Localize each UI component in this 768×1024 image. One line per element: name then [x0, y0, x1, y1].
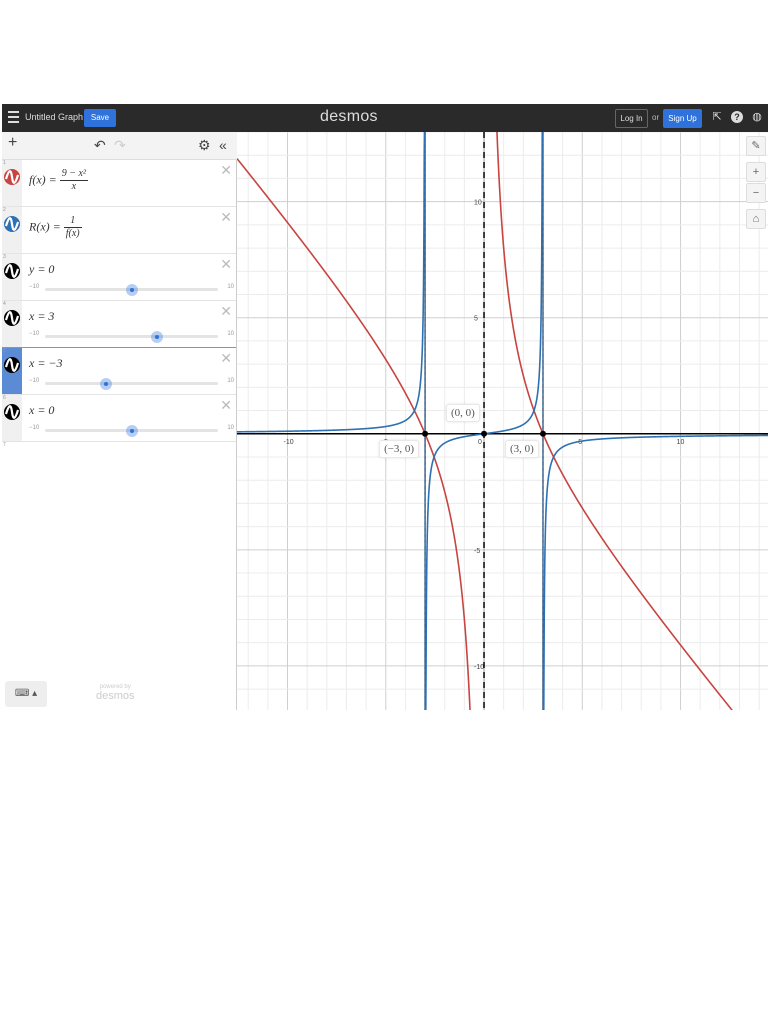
delete-icon[interactable]: ✕	[220, 162, 232, 178]
point	[422, 430, 429, 437]
x-tick-label: 0	[478, 439, 482, 446]
slider-thumb[interactable]	[125, 284, 138, 296]
wave-icon[interactable]	[4, 357, 20, 373]
login-button[interactable]: Log In	[615, 109, 648, 128]
expression-row[interactable]: 3 y = 0 −10 10 ✕	[2, 254, 236, 301]
curve-R	[237, 132, 768, 710]
expression-row[interactable]: 1 f(x) = 9 − x² x ✕	[2, 160, 236, 207]
slider-min: −10	[29, 284, 40, 290]
slider-max: 10	[227, 425, 234, 431]
top-bar: Untitled Graph Save desmos Log In or Sig…	[2, 104, 768, 132]
formula-lhs: f(x) =	[29, 172, 57, 187]
point	[481, 430, 488, 437]
desmos-app: Untitled Graph Save desmos Log In or Sig…	[2, 104, 768, 710]
share-icon[interactable]: ⇱	[711, 111, 723, 123]
y-tick-label: -5	[474, 548, 480, 555]
graph-svg[interactable]: -10-50510105-5-10	[237, 132, 768, 710]
expression-row[interactable]: 6 x = 0 −10 10 ✕	[2, 395, 236, 442]
denominator: f(x)	[65, 228, 80, 239]
expression-text[interactable]: y = 0	[29, 262, 54, 277]
wave-icon[interactable]	[4, 310, 20, 326]
x-tick-label: -10	[284, 439, 294, 446]
point	[539, 430, 546, 437]
delete-icon[interactable]: ✕	[220, 350, 232, 366]
numerator: 9 − x²	[59, 168, 88, 181]
expression-text[interactable]: x = 0	[29, 403, 54, 418]
wave-icon[interactable]	[4, 216, 20, 232]
add-expression-icon[interactable]: +	[8, 135, 17, 151]
delete-icon[interactable]: ✕	[220, 397, 232, 413]
value-slider[interactable]: −10 10	[29, 378, 234, 390]
gear-icon[interactable]: ⚙	[198, 137, 211, 153]
delete-icon[interactable]: ✕	[220, 303, 232, 319]
slider-min: −10	[29, 425, 40, 431]
expression-text[interactable]: x = −3	[29, 356, 63, 371]
graph-title[interactable]: Untitled Graph	[25, 112, 83, 122]
formula-lhs: R(x) =	[29, 219, 61, 234]
zoom-in-button[interactable]: +	[746, 162, 766, 182]
slider-max: 10	[227, 284, 234, 290]
point-label[interactable]: (3, 0)	[504, 439, 539, 458]
page-margin-bottom	[0, 710, 768, 1024]
powered-by-desmos: powered by desmos	[96, 684, 135, 702]
delete-icon[interactable]: ✕	[220, 209, 232, 225]
undo-icon[interactable]: ↶	[94, 137, 106, 153]
value-slider[interactable]: −10 10	[29, 425, 234, 437]
expression-formula[interactable]: f(x) = 9 − x² x	[29, 168, 88, 193]
point-label[interactable]: (0, 0)	[446, 403, 480, 422]
signup-button[interactable]: Sign Up	[663, 109, 702, 128]
slider-max: 10	[227, 378, 234, 384]
slider-min: −10	[29, 331, 40, 337]
expression-number: 3	[3, 254, 6, 260]
y-tick-label: 5	[474, 316, 478, 323]
expression-row[interactable]: 4 x = 3 −10 10 ✕	[2, 301, 236, 348]
wave-icon[interactable]	[4, 404, 20, 420]
powered-by-logo: desmos	[96, 690, 135, 702]
expression-row[interactable]: 2 R(x) = 1 f(x) ✕	[2, 207, 236, 254]
menu-icon[interactable]	[8, 111, 19, 123]
expression-number: 1	[3, 160, 6, 166]
numerator: 1	[63, 215, 82, 228]
home-icon[interactable]: ⌂	[746, 209, 766, 229]
expression-text[interactable]: x = 3	[29, 309, 54, 324]
x-tick-label: 10	[677, 439, 685, 446]
slider-thumb[interactable]	[99, 378, 112, 390]
point-label[interactable]: (−3, 0)	[379, 439, 420, 458]
save-button[interactable]: Save	[84, 109, 116, 127]
denominator: x	[71, 181, 77, 192]
wrench-icon[interactable]: ✎	[746, 136, 766, 156]
collapse-icon[interactable]: «	[219, 137, 227, 153]
graph-canvas[interactable]: -10-50510105-5-10 ✎ + − ⌂ (−3, 0)(0, 0)(…	[237, 132, 768, 710]
slider-min: −10	[29, 378, 40, 384]
keyboard-toggle-button[interactable]: ⌨ ▴	[5, 681, 47, 707]
expression-number: 2	[3, 207, 6, 213]
or-text: or	[652, 113, 660, 122]
help-icon[interactable]: ?	[731, 111, 743, 123]
empty-expression-row[interactable]: 7	[2, 442, 236, 472]
expression-formula[interactable]: R(x) = 1 f(x)	[29, 215, 82, 240]
wave-icon[interactable]	[4, 169, 20, 185]
zoom-out-button[interactable]: −	[746, 183, 766, 203]
expression-number: 4	[3, 301, 6, 307]
expression-number: 5	[3, 348, 6, 354]
expression-number: 6	[3, 395, 6, 401]
page-margin-top	[0, 0, 768, 104]
slider-max: 10	[227, 331, 234, 337]
wave-icon[interactable]	[4, 263, 20, 279]
y-tick-label: 10	[474, 200, 482, 207]
expression-toolbar: + ↶ ↷ ⚙ «	[2, 132, 237, 160]
y-tick-label: -10	[474, 664, 484, 671]
globe-icon[interactable]: ◍	[751, 111, 763, 123]
value-slider[interactable]: −10 10	[29, 331, 234, 343]
delete-icon[interactable]: ✕	[220, 256, 232, 272]
value-slider[interactable]: −10 10	[29, 284, 234, 296]
slider-thumb[interactable]	[125, 425, 138, 437]
expression-number: 7	[3, 442, 6, 448]
desmos-logo: desmos	[320, 108, 378, 125]
slider-thumb[interactable]	[151, 331, 164, 343]
expression-row[interactable]: 5 x = −3 −10 10 ✕	[2, 347, 236, 396]
redo-icon[interactable]: ↷	[114, 137, 126, 153]
expression-list: 1 f(x) = 9 − x² x ✕ 2 R(x) = 1 f(x) ✕ 3 y = 0 −10 10…	[2, 160, 237, 710]
